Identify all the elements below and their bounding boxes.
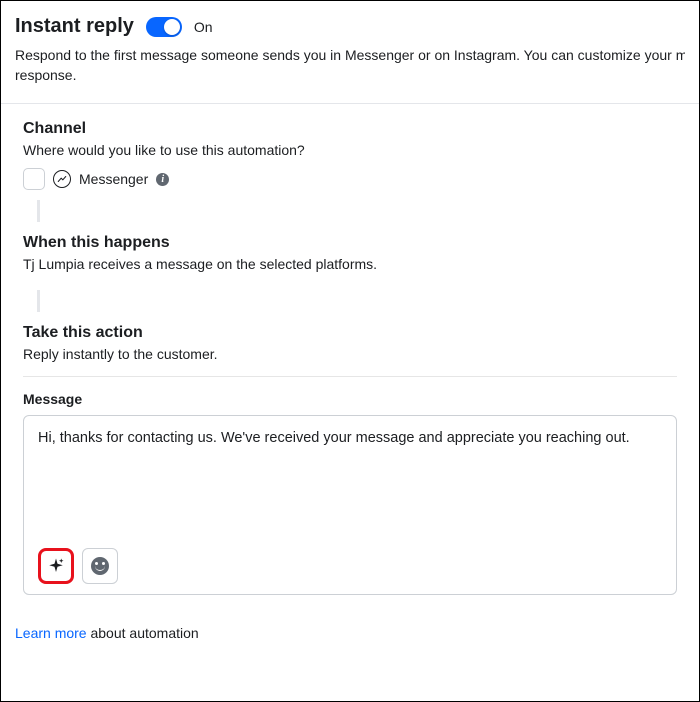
emoji-icon bbox=[91, 557, 109, 575]
message-box: Hi, thanks for contacting us. We've rece… bbox=[23, 415, 677, 595]
messenger-checkbox[interactable] bbox=[23, 168, 45, 190]
channel-title: Channel bbox=[23, 120, 677, 138]
header-description-line2: response. bbox=[15, 66, 685, 86]
action-title: Take this action bbox=[23, 324, 677, 342]
connector bbox=[37, 200, 40, 222]
channel-subtitle: Where would you like to use this automat… bbox=[23, 142, 677, 158]
info-icon[interactable]: i bbox=[156, 173, 169, 186]
footer-text: about automation bbox=[87, 625, 199, 641]
personalize-button[interactable] bbox=[38, 548, 74, 584]
sparkle-icon bbox=[47, 557, 65, 575]
action-subtitle: Reply instantly to the customer. bbox=[23, 346, 677, 362]
connector bbox=[37, 290, 40, 312]
divider bbox=[23, 376, 677, 377]
header-description-line1: Respond to the first message someone sen… bbox=[15, 46, 685, 66]
page-title: Instant reply bbox=[15, 15, 134, 38]
messenger-icon bbox=[53, 170, 71, 188]
when-subtitle: Tj Lumpia receives a message on the sele… bbox=[23, 256, 677, 272]
emoji-button[interactable] bbox=[82, 548, 118, 584]
footer: Learn more about automation bbox=[1, 605, 699, 655]
when-title: When this happens bbox=[23, 234, 677, 252]
toggle-knob bbox=[164, 19, 180, 35]
learn-more-link[interactable]: Learn more bbox=[15, 625, 87, 641]
instant-reply-toggle[interactable] bbox=[146, 17, 182, 37]
channel-option-label: Messenger bbox=[79, 171, 148, 187]
message-label: Message bbox=[23, 391, 677, 407]
toggle-state-label: On bbox=[194, 19, 213, 35]
message-textarea[interactable]: Hi, thanks for contacting us. We've rece… bbox=[38, 428, 662, 448]
